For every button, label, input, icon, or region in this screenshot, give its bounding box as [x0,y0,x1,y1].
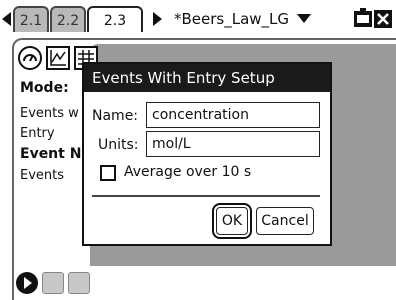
tab-2-2[interactable]: 2.2 [50,6,86,32]
average-checkbox-label: Average over 10 s [124,164,252,180]
name-label: Name: [92,108,139,124]
average-checkbox[interactable] [100,165,116,181]
meter-view-icon[interactable] [18,46,42,70]
entry-text: Entry [20,126,55,141]
battery-close-icon[interactable] [352,7,392,31]
store-data-icon[interactable] [68,272,90,294]
previous-page-arrow-icon[interactable] [2,12,11,26]
mode-label: Mode: [20,80,69,96]
start-collection-icon[interactable] [16,272,38,294]
events-text: Events [20,168,65,183]
mode-events-with-entry-text: Events w [20,106,79,121]
document-menu-caret-icon[interactable] [297,14,311,23]
cancel-button[interactable]: Cancel [256,207,314,235]
event-name-label: Event Na [20,146,91,162]
document-title[interactable]: *Beers_Law_LG [174,10,289,28]
tab-2-3[interactable]: 2.3 [87,6,143,32]
tab-2-1[interactable]: 2.1 [13,6,49,32]
dialog-divider [92,195,320,197]
dialog-title: Events With Entry Setup [84,64,330,92]
next-page-arrow-icon[interactable] [153,12,162,26]
units-label: Units: [98,137,139,153]
ok-button[interactable]: OK [212,203,252,239]
units-input[interactable]: mol/L [146,131,320,157]
events-with-entry-setup-dialog: Events With Entry Setup Name: concentrat… [82,62,332,246]
name-input[interactable]: concentration [146,102,320,128]
keep-data-icon[interactable] [42,272,64,294]
graph-view-icon[interactable] [46,46,70,70]
